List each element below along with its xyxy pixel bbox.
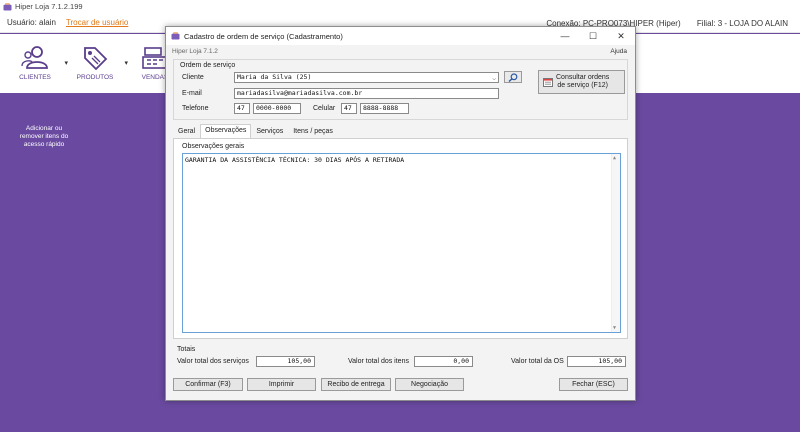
hiper-logo-icon	[3, 2, 12, 11]
cliente-select[interactable]: Maria da Silva (25) ⌵	[234, 72, 499, 83]
service-order-dialog: Cadastro de ordem de serviço (Cadastrame…	[165, 26, 636, 401]
consult-orders-line1: Consultar ordens	[556, 74, 610, 81]
total-os-field: 105,00	[567, 356, 626, 367]
total-servicos-label: Valor total dos serviços	[177, 358, 249, 365]
email-field[interactable]: mariadasilva@mariadasilva.com.br	[234, 88, 499, 99]
users-icon	[21, 46, 48, 69]
toolbar-produtos[interactable]: PRODUTOS ▾	[70, 44, 128, 81]
telefone-field[interactable]: 0000-0000	[253, 103, 301, 114]
minimize-button[interactable]: —	[551, 27, 579, 45]
toolbar-clientes-label: CLIENTES	[19, 74, 51, 81]
app-title: Hiper Loja 7.1.2.199	[15, 2, 83, 11]
totais-title: Totais	[177, 346, 196, 353]
total-servicos-field: 105,00	[256, 356, 315, 367]
scroll-up-icon[interactable]: ▲	[613, 155, 616, 161]
quick-access-hint[interactable]: Adicionar ou remover itens do acesso ráp…	[16, 125, 72, 149]
print-button[interactable]: Imprimir	[247, 378, 316, 391]
fechar-button[interactable]: Fechar (ESC)	[559, 378, 628, 391]
cliente-value: Maria da Silva (25)	[237, 73, 312, 81]
toolbar-produtos-label: PRODUTOS	[76, 74, 114, 81]
tab-observacoes[interactable]: Observações	[200, 124, 252, 139]
delivery-receipt-button[interactable]: Recibo de entrega	[321, 378, 391, 391]
consult-orders-line2: de serviço (F12)	[557, 82, 608, 89]
textarea-scrollbar[interactable]: ▲ ▼	[611, 154, 620, 332]
tab-itens-pecas[interactable]: Itens / peças	[288, 125, 338, 139]
dialog-version: Hiper Loja 7.1.2	[172, 47, 218, 55]
confirm-button[interactable]: Confirmar (F3)	[173, 378, 243, 391]
observacoes-panel: Observações gerais GARANTIA DA ASSISTÊNC…	[173, 138, 628, 339]
cliente-label: Cliente	[182, 74, 204, 81]
tab-servicos[interactable]: Serviços	[251, 125, 288, 139]
observacoes-text: GARANTIA DA ASSISTÊNCIA TÉCNICA: 30 DIAS…	[185, 156, 405, 164]
observacoes-label: Observações gerais	[182, 143, 245, 150]
search-icon	[508, 72, 518, 82]
tab-strip: Geral Observações Serviços Itens / peças	[173, 124, 338, 139]
total-itens-field: 0,00	[414, 356, 473, 367]
total-itens-label: Valor total dos itens	[348, 358, 409, 365]
observacoes-textarea[interactable]: GARANTIA DA ASSISTÊNCIA TÉCNICA: 30 DIAS…	[182, 153, 621, 333]
branch-label: Filial: 3 - LOJA DO ALAIN	[696, 19, 788, 28]
close-button[interactable]: ✕	[607, 27, 635, 45]
dialog-title: Cadastro de ordem de serviço (Cadastrame…	[184, 31, 343, 41]
switch-user-link[interactable]: Trocar de usuário	[66, 18, 128, 27]
scroll-down-icon[interactable]: ▼	[613, 325, 616, 331]
chevron-down-icon[interactable]: ⌵	[492, 74, 496, 82]
group-title: Ordem de serviço	[180, 62, 236, 69]
produtos-dropdown-icon[interactable]: ▾	[124, 59, 128, 67]
search-client-button[interactable]	[504, 71, 522, 83]
help-link[interactable]: Ajuda	[610, 48, 627, 55]
user-label: Usuário: alain	[7, 18, 56, 27]
list-icon	[543, 77, 553, 87]
tab-geral[interactable]: Geral	[173, 125, 200, 139]
dialog-subheader: Hiper Loja 7.1.2 Ajuda	[166, 45, 635, 57]
celular-ddd-field[interactable]: 47	[341, 103, 357, 114]
service-order-group: Ordem de serviço Cliente Maria da Silva …	[173, 59, 628, 120]
celular-label: Celular	[313, 105, 336, 112]
consult-orders-button[interactable]: Consultar ordens de serviço (F12)	[538, 70, 625, 94]
dialog-titlebar: Cadastro de ordem de serviço (Cadastrame…	[166, 27, 635, 45]
tag-icon	[84, 47, 108, 70]
negotiation-button[interactable]: Negociação	[395, 378, 464, 391]
telefone-ddd-field[interactable]: 47	[234, 103, 250, 114]
toolbar-clientes[interactable]: CLIENTES ▾	[10, 44, 68, 81]
total-os-label: Valor total da OS	[511, 358, 564, 365]
maximize-button[interactable]: ☐	[579, 27, 607, 45]
telefone-label: Telefone	[182, 105, 209, 112]
celular-field[interactable]: 8888-8888	[360, 103, 409, 114]
email-label: E-mail	[182, 90, 202, 97]
hiper-logo-icon	[171, 32, 180, 40]
clientes-dropdown-icon[interactable]: ▾	[64, 59, 68, 67]
app-titlebar: Hiper Loja 7.1.2.199	[0, 0, 800, 13]
